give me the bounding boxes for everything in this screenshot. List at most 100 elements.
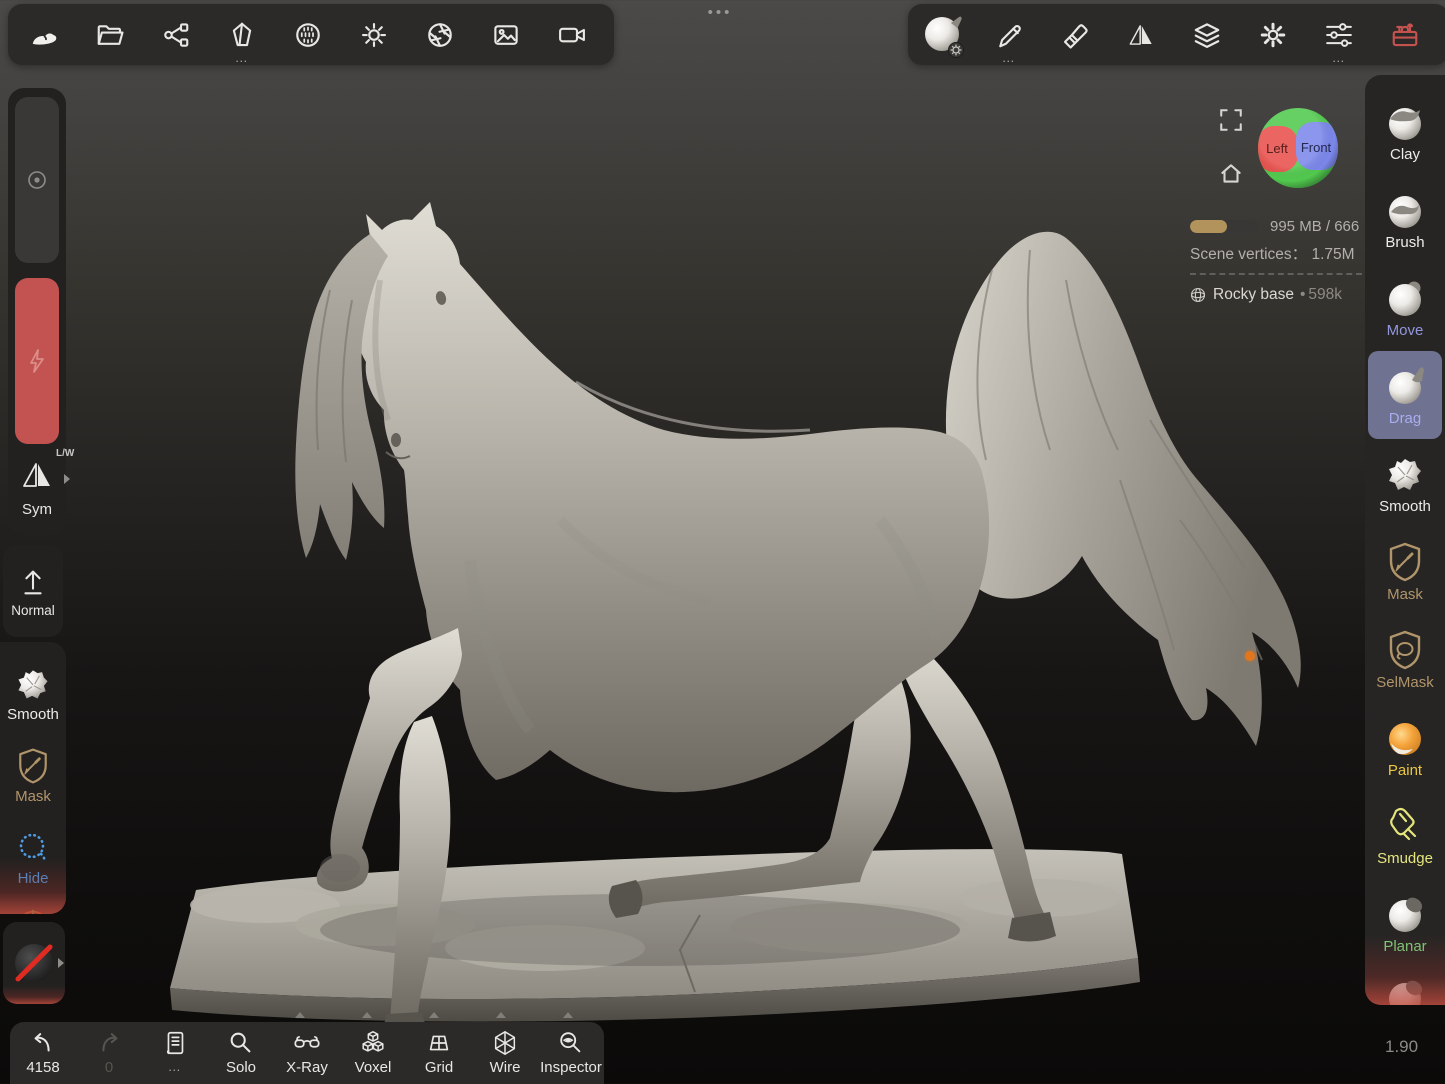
paint-brush-icon[interactable] xyxy=(1042,4,1108,65)
tool-label: Smooth xyxy=(1379,498,1431,515)
fullscreen-button[interactable] xyxy=(1218,107,1244,138)
no-material-sphere-icon xyxy=(11,940,57,986)
right-tool-rail: Clay Brush Move Drag Smooth Mask SelMask… xyxy=(1365,75,1445,1005)
mesh-primitive-icon[interactable]: … xyxy=(209,4,275,65)
tool-item-planar[interactable]: Planar xyxy=(1368,879,1442,967)
inspector-expand-caret[interactable] xyxy=(563,1012,573,1018)
tool-item-drag-selected[interactable]: Drag xyxy=(1368,351,1442,439)
tool-item-brush[interactable]: Brush xyxy=(1368,175,1442,263)
grid-icon xyxy=(424,1029,454,1057)
stroke-cursor-dot xyxy=(1245,651,1255,661)
nav-left-label: Left xyxy=(1266,141,1288,156)
camera-zoom-value: 1.90 xyxy=(1385,1037,1418,1057)
home-view-button[interactable] xyxy=(1218,161,1244,192)
grid-label: Grid xyxy=(425,1059,453,1076)
quick-tool-label: Smooth xyxy=(7,706,59,723)
inspector-eye-icon xyxy=(556,1029,586,1057)
mask-shield-icon xyxy=(13,746,53,786)
undo-button[interactable]: 4158 xyxy=(10,1022,76,1084)
tool-label: SelMask xyxy=(1376,674,1434,691)
brush-slider-card: L/W Sym xyxy=(8,88,66,535)
no-material-expand-caret[interactable] xyxy=(58,958,64,968)
wireframe-icon xyxy=(490,1029,520,1057)
drag-sphere-icon xyxy=(1383,364,1427,408)
app-logo-icon[interactable] xyxy=(11,4,77,65)
camera-icon[interactable] xyxy=(539,4,605,65)
fullscreen-icon xyxy=(1218,107,1244,133)
gizmo-icon xyxy=(13,898,53,914)
topology-sphere-icon[interactable] xyxy=(275,4,341,65)
tool-label: Planar xyxy=(1383,938,1426,955)
tool-item-mask[interactable]: Mask xyxy=(1368,527,1442,615)
tool-item-smooth[interactable]: Smooth xyxy=(1368,439,1442,527)
mask-shield-icon xyxy=(1383,540,1427,584)
xray-expand-caret[interactable] xyxy=(295,1012,305,1018)
quick-tool-mask[interactable]: Mask xyxy=(0,734,66,816)
quick-tool-label: Hide xyxy=(18,870,49,887)
tool-item-smudge[interactable]: Smudge xyxy=(1368,791,1442,879)
symmetry-triangle-icon xyxy=(20,458,54,492)
redo-icon xyxy=(94,1029,124,1057)
wire-expand-caret[interactable] xyxy=(496,1012,506,1018)
quick-tool-smooth[interactable]: Smooth xyxy=(0,652,66,734)
intensity-bolt-icon xyxy=(22,346,52,376)
wire-toggle[interactable]: Wire xyxy=(472,1022,538,1084)
lighting-sun-icon[interactable] xyxy=(341,4,407,65)
partial-sphere-icon xyxy=(1383,975,1427,1005)
voxel-button[interactable]: Voxel xyxy=(340,1022,406,1084)
stroke-normal-button[interactable]: Normal xyxy=(3,545,63,637)
tool-label: Mask xyxy=(1387,586,1423,603)
scene-graph-icon[interactable] xyxy=(143,4,209,65)
history-notebook-button[interactable]: … xyxy=(142,1022,208,1084)
undo-icon xyxy=(28,1029,58,1057)
symmetry-mirror-icon[interactable] xyxy=(1108,4,1174,65)
tool-label: Smudge xyxy=(1377,850,1433,867)
quick-tool-gizmo-partial[interactable] xyxy=(0,898,66,914)
xray-label: X-Ray xyxy=(286,1059,328,1076)
symmetry-label: Sym xyxy=(8,501,66,518)
tool-item-selmask[interactable]: SelMask xyxy=(1368,615,1442,703)
mesh-sphere-icon xyxy=(1190,287,1206,303)
brush-intensity-slider[interactable] xyxy=(15,278,59,444)
files-folder-icon[interactable] xyxy=(77,4,143,65)
voxel-label: Voxel xyxy=(355,1059,392,1076)
quick-tool-hide[interactable]: Hide xyxy=(0,816,66,898)
window-handle-dots[interactable]: ••• xyxy=(660,4,780,21)
undo-count: 4158 xyxy=(26,1059,59,1076)
grid-expand-caret[interactable] xyxy=(429,1012,439,1018)
symmetry-toggle[interactable]: L/W Sym xyxy=(8,458,66,518)
brush-radius-slider[interactable] xyxy=(15,97,59,263)
planar-sphere-icon xyxy=(1383,892,1427,936)
tool-item-partial[interactable] xyxy=(1368,967,1442,1005)
redo-button[interactable]: 0 xyxy=(76,1022,142,1084)
object-vertex-count: 598k xyxy=(1308,286,1342,304)
tool-label: Drag xyxy=(1389,410,1422,427)
no-material-button[interactable] xyxy=(3,922,65,1004)
nomad-sculpt-app: { "ui": { "overflow": "…" }, "header": {… xyxy=(0,0,1445,1084)
tool-item-clay[interactable]: Clay xyxy=(1368,87,1442,175)
background-image-icon[interactable] xyxy=(473,4,539,65)
scene-info-panel: 995 MB / 666 M Scene vertices： 1.75M Roc… xyxy=(1190,218,1364,304)
solo-toggle[interactable]: Solo xyxy=(208,1022,274,1084)
nav-orientation-sphere[interactable]: Left Front xyxy=(1256,106,1340,195)
toolbox-icon[interactable] xyxy=(1372,4,1438,65)
xray-glasses-icon xyxy=(292,1029,322,1057)
xray-toggle[interactable]: X-Ray xyxy=(274,1022,340,1084)
symmetry-expand-caret[interactable] xyxy=(64,474,70,484)
adjust-sliders-icon[interactable]: … xyxy=(1306,4,1372,65)
settings-gear-icon[interactable] xyxy=(1240,4,1306,65)
smooth-ball-icon xyxy=(1383,452,1427,496)
tool-item-paint[interactable]: Paint xyxy=(1368,703,1442,791)
voxel-expand-caret[interactable] xyxy=(362,1012,372,1018)
mesh-overflow-dots: … xyxy=(209,51,275,64)
stroke-pencil-icon[interactable]: … xyxy=(976,4,1042,65)
layers-stack-icon[interactable] xyxy=(1174,4,1240,65)
active-material-sphere-icon[interactable] xyxy=(910,4,976,65)
scene-object-row[interactable]: Rocky base • 598k xyxy=(1190,286,1364,304)
inspector-button[interactable]: Inspector xyxy=(538,1022,604,1084)
postprocess-aperture-icon[interactable] xyxy=(407,4,473,65)
normal-arrow-icon xyxy=(15,565,51,599)
grid-toggle[interactable]: Grid xyxy=(406,1022,472,1084)
tool-item-move[interactable]: Move xyxy=(1368,263,1442,351)
info-divider xyxy=(1190,273,1362,275)
